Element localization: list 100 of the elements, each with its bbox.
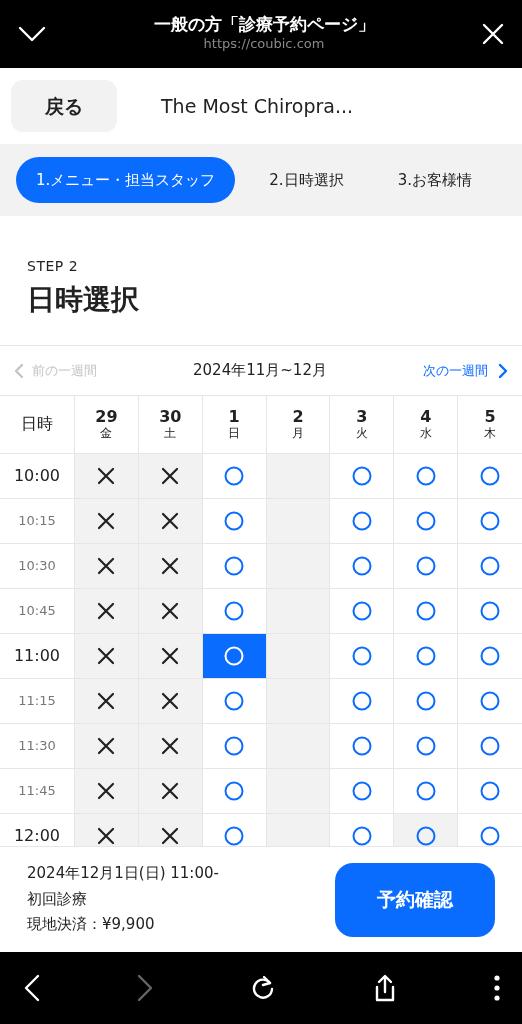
page-title: 一般の方「診療予約ページ」: [153, 14, 375, 35]
cross-icon: [161, 692, 180, 710]
circle-icon: [351, 736, 372, 756]
circle-icon: [351, 646, 372, 666]
circle-icon: [351, 826, 372, 846]
time-label: 10:00: [13, 465, 61, 487]
circle-icon: [224, 511, 245, 531]
available-slot[interactable]: [202, 769, 267, 814]
column-header: 日時: [21, 415, 53, 434]
available-slot[interactable]: [394, 589, 459, 634]
cross-icon: [97, 557, 116, 575]
circle-icon: [351, 781, 372, 801]
day-header: 5 木: [458, 396, 522, 454]
available-slot[interactable]: [394, 814, 459, 846]
cross-icon: [97, 467, 116, 485]
available-slot[interactable]: [330, 679, 395, 724]
shop-title: The Most Chiropra...: [161, 93, 354, 119]
step-label: STEP 2: [27, 257, 80, 276]
cross-icon: [161, 737, 180, 755]
week-range: 2024年11月~12月: [193, 360, 327, 382]
cross-icon: [161, 782, 180, 800]
cross-icon: [161, 512, 180, 530]
available-slot[interactable]: [330, 589, 395, 634]
circle-icon: [480, 691, 501, 711]
summary-text: 2024年12月1日(日) 11:00-: [27, 863, 219, 885]
time-label: 10:15: [18, 512, 56, 531]
available-slot[interactable]: [394, 454, 459, 499]
step-tab[interactable]: 2.日時選択: [249, 156, 364, 204]
available-slot[interactable]: [330, 769, 395, 814]
available-slot[interactable]: [330, 454, 395, 499]
available-slot[interactable]: [202, 724, 267, 769]
circle-icon: [480, 601, 501, 621]
available-slot[interactable]: [202, 454, 267, 499]
available-slot[interactable]: [202, 544, 267, 589]
time-label: 11:00: [13, 645, 61, 667]
day-header: 4 水: [394, 396, 459, 454]
available-slot[interactable]: [394, 724, 459, 769]
collapse-icon[interactable]: [18, 26, 46, 42]
circle-icon: [224, 826, 245, 846]
available-slot[interactable]: [202, 679, 267, 724]
circle-icon: [351, 511, 372, 531]
time-label: 11:15: [18, 692, 56, 711]
circle-icon: [351, 691, 372, 711]
available-slot[interactable]: [394, 634, 459, 679]
forward-icon[interactable]: [137, 974, 153, 1002]
cross-icon: [97, 692, 116, 710]
available-slot[interactable]: [202, 499, 267, 544]
available-slot[interactable]: [330, 499, 395, 544]
step-title: 日時選択: [27, 282, 140, 318]
circle-icon: [480, 781, 501, 801]
cross-icon: [97, 827, 116, 845]
cross-icon: [97, 647, 116, 665]
share-icon[interactable]: [373, 974, 397, 1002]
circle-icon: [480, 736, 501, 756]
time-label: 11:45: [18, 782, 56, 801]
available-slot[interactable]: [394, 499, 459, 544]
circle-icon: [415, 511, 436, 531]
cross-icon: [97, 512, 116, 530]
available-slot[interactable]: [330, 544, 395, 589]
cross-icon: [97, 782, 116, 800]
circle-icon: [224, 781, 245, 801]
circle-icon: [351, 601, 372, 621]
selected-slot[interactable]: [202, 634, 267, 679]
circle-icon: [480, 556, 501, 576]
available-slot[interactable]: [394, 679, 459, 724]
summary-text: 初回診療: [27, 888, 88, 910]
circle-icon: [224, 466, 245, 486]
time-label: 11:30: [18, 737, 56, 756]
cross-icon: [97, 602, 116, 620]
cross-icon: [161, 557, 180, 575]
summary-text: 現地決済：¥9,900: [27, 914, 156, 936]
circle-icon: [480, 646, 501, 666]
circle-icon: [415, 466, 436, 486]
next-week-link[interactable]: 次の一週間: [423, 360, 508, 381]
chevron-left-icon: [14, 362, 24, 379]
reload-icon[interactable]: [250, 974, 276, 1002]
circle-icon: [480, 826, 501, 846]
cross-icon: [161, 602, 180, 620]
more-icon[interactable]: [494, 975, 500, 1001]
circle-icon: [480, 511, 501, 531]
available-slot[interactable]: [330, 724, 395, 769]
circle-icon: [415, 601, 436, 621]
available-slot[interactable]: [330, 634, 395, 679]
circle-icon: [224, 736, 245, 756]
step-tab[interactable]: 1.メニュー・担当スタッフ: [16, 156, 236, 204]
back-icon[interactable]: [24, 974, 40, 1002]
circle-icon: [415, 691, 436, 711]
circle-icon: [224, 601, 245, 621]
circle-icon: [415, 556, 436, 576]
close-icon[interactable]: [482, 23, 504, 45]
step-tab[interactable]: 3.お客様情: [377, 156, 492, 204]
circle-icon: [415, 826, 436, 846]
time-label: 10:30: [18, 557, 56, 576]
confirm-button[interactable]: 予約確認: [335, 862, 495, 937]
circle-icon: [415, 781, 436, 801]
cross-icon: [161, 827, 180, 845]
available-slot[interactable]: [394, 544, 459, 589]
chevron-right-icon: [498, 362, 508, 379]
back-button[interactable]: 戻る: [11, 80, 117, 132]
cross-icon: [161, 647, 180, 665]
